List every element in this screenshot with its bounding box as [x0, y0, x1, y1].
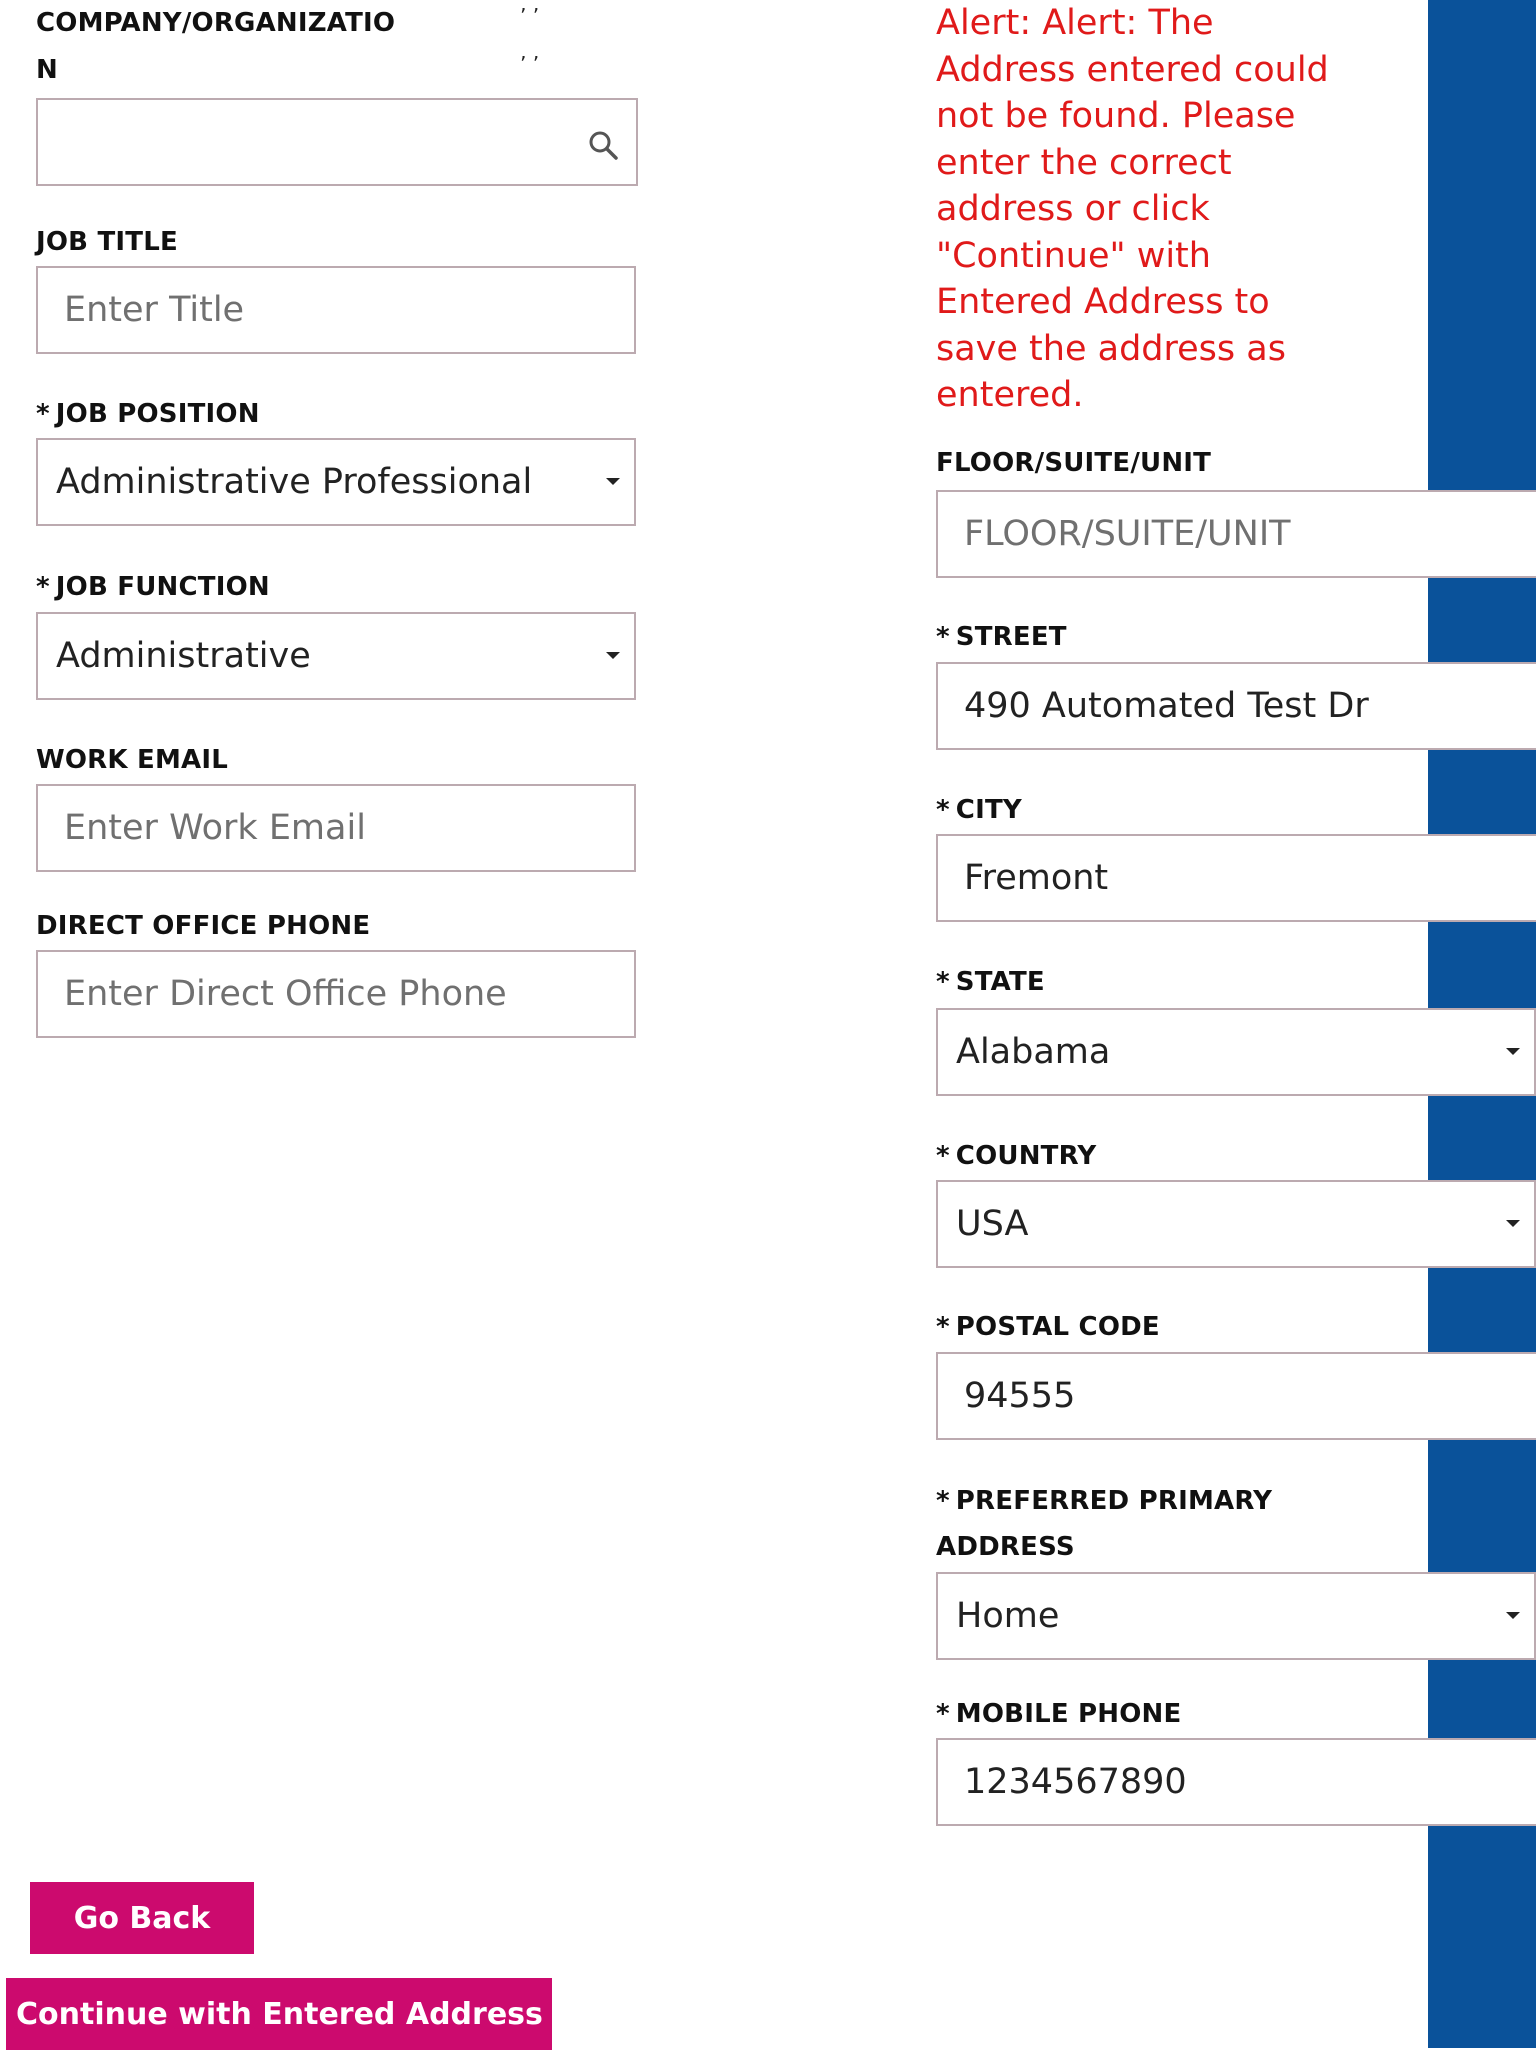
- postal-code-label: * POSTAL CODE: [936, 1312, 1160, 1342]
- floor-suite-unit-field[interactable]: [936, 490, 1536, 578]
- mobile-phone-field[interactable]: [936, 1738, 1536, 1826]
- postal-code-input[interactable]: [938, 1354, 1536, 1438]
- company-label-wrap: N: [36, 55, 58, 85]
- floor-suite-unit-input[interactable]: [938, 492, 1536, 576]
- country-select[interactable]: USA: [936, 1180, 1536, 1268]
- job-title-field[interactable]: [36, 266, 636, 354]
- job-function-value: Administrative: [56, 636, 311, 676]
- preferred-primary-address-label: * PREFERRED PRIMARY: [936, 1486, 1273, 1516]
- caret-down-icon: [1506, 1048, 1520, 1055]
- direct-office-phone-input[interactable]: [38, 952, 634, 1036]
- work-email-label: WORK EMAIL: [36, 745, 228, 775]
- mobile-phone-input[interactable]: [938, 1740, 1536, 1824]
- job-function-select[interactable]: Administrative: [36, 612, 636, 700]
- tick-mark: ’ ’: [520, 52, 540, 76]
- job-position-value: Administrative Professional: [56, 462, 533, 502]
- country-label: * COUNTRY: [936, 1141, 1097, 1171]
- floor-suite-unit-label: FLOOR/SUITE/UNIT: [936, 448, 1212, 478]
- mobile-phone-label: * MOBILE PHONE: [936, 1699, 1182, 1729]
- job-title-input[interactable]: [38, 268, 634, 352]
- city-field[interactable]: [936, 834, 1536, 922]
- job-position-label: * JOB POSITION: [36, 399, 260, 429]
- preferred-primary-address-select[interactable]: Home: [936, 1572, 1536, 1660]
- direct-office-phone-field[interactable]: [36, 950, 636, 1038]
- work-email-field[interactable]: [36, 784, 636, 872]
- company-input[interactable]: [38, 100, 636, 184]
- state-value: Alabama: [956, 1032, 1111, 1072]
- city-label: * CITY: [936, 795, 1022, 825]
- tick-mark: ’ ’: [520, 4, 540, 28]
- street-field[interactable]: [936, 662, 1536, 750]
- search-icon[interactable]: [588, 130, 618, 160]
- caret-down-icon: [1506, 1220, 1520, 1227]
- country-value: USA: [956, 1204, 1029, 1244]
- caret-down-icon: [606, 478, 620, 485]
- street-label: * STREET: [936, 622, 1067, 652]
- address-alert-message: Alert: Alert: The Address entered could …: [936, 3, 1329, 415]
- city-input[interactable]: [938, 836, 1536, 920]
- company-label: COMPANY/ORGANIZATIO: [36, 8, 396, 38]
- direct-office-phone-label: DIRECT OFFICE PHONE: [36, 911, 371, 941]
- job-function-label: * JOB FUNCTION: [36, 572, 270, 602]
- company-search-field[interactable]: [36, 98, 638, 186]
- work-email-input[interactable]: [38, 786, 634, 870]
- go-back-button[interactable]: Go Back: [30, 1882, 254, 1954]
- state-select[interactable]: Alabama: [936, 1008, 1536, 1096]
- continue-with-entered-address-button[interactable]: Continue with Entered Address: [6, 1978, 552, 2050]
- job-title-label: JOB TITLE: [36, 227, 178, 257]
- state-label: * STATE: [936, 967, 1045, 997]
- caret-down-icon: [1506, 1612, 1520, 1619]
- postal-code-field[interactable]: [936, 1352, 1536, 1440]
- preferred-primary-address-value: Home: [956, 1596, 1060, 1636]
- street-input[interactable]: [938, 664, 1536, 748]
- preferred-primary-address-label-wrap: ADDRESS: [936, 1532, 1075, 1562]
- job-position-select[interactable]: Administrative Professional: [36, 438, 636, 526]
- caret-down-icon: [606, 652, 620, 659]
